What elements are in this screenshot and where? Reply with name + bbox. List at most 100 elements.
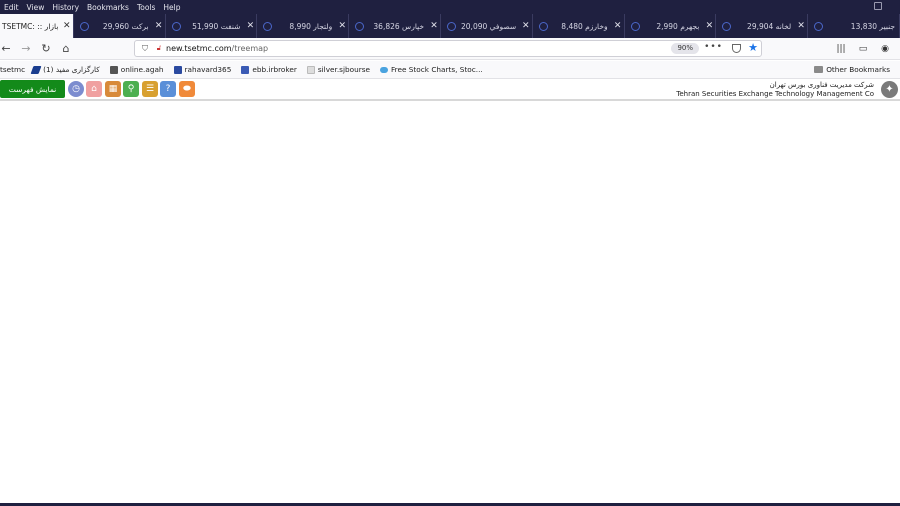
close-tab-icon[interactable]: ✕	[61, 21, 73, 31]
favicon-icon	[79, 21, 89, 31]
bookmark-irbroker[interactable]: ebb.irbroker	[241, 65, 297, 74]
bookmark-label: silver.sjbourse	[317, 65, 370, 74]
menu-edit[interactable]: Edit	[4, 3, 19, 12]
bookmark-label: Free Stock Charts, Stoc...	[391, 65, 483, 74]
url-host: new.tsetmc.com	[166, 44, 232, 53]
tab-label: سصوفي 20,090	[461, 21, 517, 31]
bookmark-label: کارگزاری مفید (1)	[43, 65, 100, 74]
url-bar[interactable]: ⛉ 🔓︎ new.tsetmc.com /treemap 90% ••• ★	[134, 40, 762, 57]
cloud-icon	[380, 66, 388, 73]
favicon-icon	[538, 21, 548, 31]
close-tab-icon[interactable]: ✕	[703, 21, 715, 31]
other-bookmarks-label: Other Bookmarks	[826, 65, 890, 74]
favicon-icon	[263, 21, 273, 31]
irbroker-icon	[241, 65, 250, 74]
tab-label: خپارس 36,826	[373, 21, 425, 31]
menu-bookmarks[interactable]: Bookmarks	[87, 3, 129, 12]
folder-icon	[814, 66, 824, 73]
tab-shenaft[interactable]: شنفت 51,990 ✕	[166, 14, 258, 38]
other-bookmarks[interactable]: Other Bookmarks	[814, 65, 890, 74]
close-tab-icon[interactable]: ✕	[612, 21, 624, 31]
restore-window-icon[interactable]	[874, 2, 882, 10]
tab-sasufi[interactable]: سصوفي 20,090 ✕	[441, 14, 533, 38]
tab-label: لخانه 29,904	[747, 21, 792, 31]
navigation-bar: ← → ↻ ⌂ ⛉ 🔓︎ new.tsetmc.com /treemap 90%…	[0, 38, 900, 60]
tab-label: وخارزم 8,480	[561, 21, 608, 31]
bookmark-star-icon[interactable]: ★	[748, 41, 758, 54]
favicon-icon	[171, 21, 181, 31]
tab-tsetmc[interactable]: TSETMC: :: بازار ✕	[0, 14, 74, 38]
bookmark-agah[interactable]: online.agah	[109, 65, 164, 74]
tab-jamber[interactable]: جنبير 13,830	[808, 14, 900, 38]
home-icon[interactable]: ⌂	[86, 81, 102, 97]
bookmark-tsetmc[interactable]: tsetmc	[0, 65, 25, 74]
tab-barkat[interactable]: برکت 29,960 ✕	[74, 14, 166, 38]
close-tab-icon[interactable]: ✕	[520, 21, 532, 31]
tab-khepars[interactable]: خپارس 36,826 ✕	[349, 14, 442, 38]
sidebar-icon[interactable]: ▭	[852, 41, 874, 57]
forward-icon[interactable]: →	[16, 39, 36, 59]
favicon-icon	[814, 21, 824, 31]
show-list-button[interactable]: نمایش فهرست	[0, 80, 65, 98]
globe-icon[interactable]: ✦	[881, 81, 898, 98]
tab-label: ولتجار 8,990	[289, 21, 333, 31]
close-tab-icon[interactable]: ✕	[336, 21, 348, 31]
tab-label: جنبير 13,830	[850, 21, 895, 31]
tab-lkhane[interactable]: لخانه 29,904 ✕	[716, 14, 809, 38]
reload-icon[interactable]: ↻	[36, 39, 56, 59]
favicon-icon	[355, 21, 365, 31]
company-name-fa: شرکت مدیریت فناوری بورس تهران	[769, 81, 874, 89]
bookmarks-toolbar: tsetmc کارگزاری مفید (1) online.agah rah…	[0, 61, 900, 79]
logo-icon[interactable]: ⬬	[179, 81, 195, 97]
agah-icon	[109, 65, 118, 74]
bookmark-label: online.agah	[120, 65, 164, 74]
tab-label: شنفت 51,990	[192, 21, 241, 31]
message-icon[interactable]: ☰	[142, 81, 158, 97]
pocket-icon[interactable]	[732, 44, 741, 53]
zoom-indicator[interactable]: 90%	[671, 43, 699, 54]
bookmark-rahavard[interactable]: rahavard365	[173, 65, 232, 74]
clock-icon[interactable]: ◷	[68, 81, 84, 97]
tab-vkharazm[interactable]: وخارزم 8,480 ✕	[533, 14, 625, 38]
tab-voltejar[interactable]: ولتجار 8,990 ✕	[257, 14, 350, 38]
bookmark-label: ebb.irbroker	[252, 65, 297, 74]
menu-view[interactable]: View	[27, 3, 45, 12]
tab-strip: TSETMC: :: بازار ✕ برکت 29,960 ✕ شنفت 51…	[0, 14, 900, 38]
menu-bar: Edit View History Bookmarks Tools Help	[0, 0, 900, 14]
toolbar-right: ||| ▭ ◉	[830, 41, 896, 57]
help-icon[interactable]: ?	[160, 81, 176, 97]
menu-history[interactable]: History	[52, 3, 79, 12]
browser-window: Edit View History Bookmarks Tools Help T…	[0, 0, 900, 506]
tab-label: TSETMC: :: بازار	[2, 21, 59, 31]
bookmark-label: tsetmc	[0, 65, 26, 74]
bookmark-stockcharts[interactable]: Free Stock Charts, Stoc...	[380, 65, 483, 74]
search-icon[interactable]: ⚲	[123, 81, 139, 97]
favicon-icon	[630, 21, 640, 31]
company-name-en: Tehran Securities Exchange Technology Ma…	[676, 90, 874, 98]
bookmark-label: rahavard365	[184, 65, 232, 74]
home-button-icon[interactable]: ⌂	[56, 39, 76, 59]
close-tab-icon[interactable]: ✕	[244, 21, 256, 31]
page-icon	[306, 65, 315, 74]
menu-tools[interactable]: Tools	[137, 3, 155, 12]
library-icon[interactable]: |||	[830, 41, 852, 57]
tab-bjahrom[interactable]: بجهرم 2,990 ✕	[625, 14, 717, 38]
insecure-lock-icon[interactable]: 🔓︎	[152, 44, 166, 53]
calculator-icon[interactable]: ▦	[105, 81, 121, 97]
tab-label: بجهرم 2,990	[656, 21, 700, 31]
close-tab-icon[interactable]: ✕	[153, 21, 165, 31]
url-path: /treemap	[231, 44, 269, 53]
shield-icon[interactable]: ⛉	[138, 44, 152, 54]
back-icon[interactable]: ←	[0, 39, 16, 59]
bookmark-sjbourse[interactable]: silver.sjbourse	[306, 65, 370, 74]
bookmark-mofid[interactable]: کارگزاری مفید (1)	[30, 65, 100, 74]
favicon-icon	[447, 21, 457, 31]
account-icon[interactable]: ◉	[874, 41, 896, 57]
close-tab-icon[interactable]: ✕	[795, 21, 807, 31]
close-tab-icon[interactable]: ✕	[428, 21, 440, 31]
site-header: نمایش فهرست ◷ ⌂ ▦ ⚲ ☰ ? ⬬ شرکت مدیریت فن…	[0, 79, 900, 101]
menu-help[interactable]: Help	[163, 3, 180, 12]
favicon-icon	[722, 21, 732, 31]
page-actions-icon[interactable]: •••	[704, 42, 723, 52]
rahavard-icon	[173, 65, 182, 74]
